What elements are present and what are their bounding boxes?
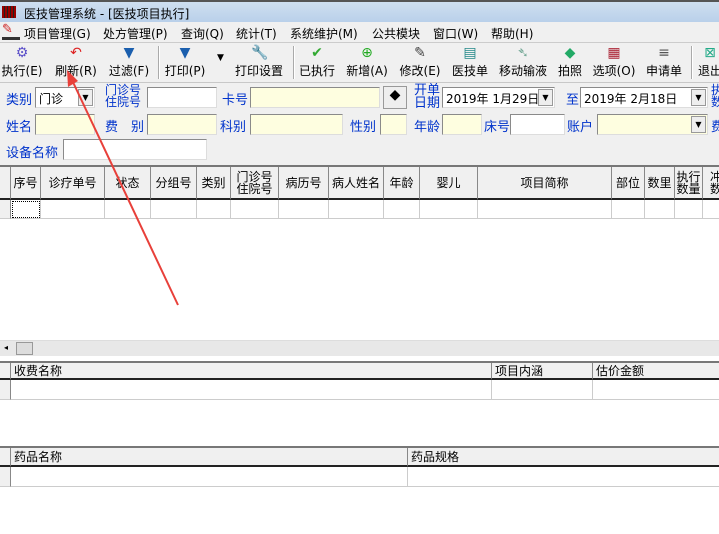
annotation-arrow: [67, 70, 179, 306]
arrow-head: [67, 70, 78, 87]
arrow-line: [71, 79, 179, 306]
